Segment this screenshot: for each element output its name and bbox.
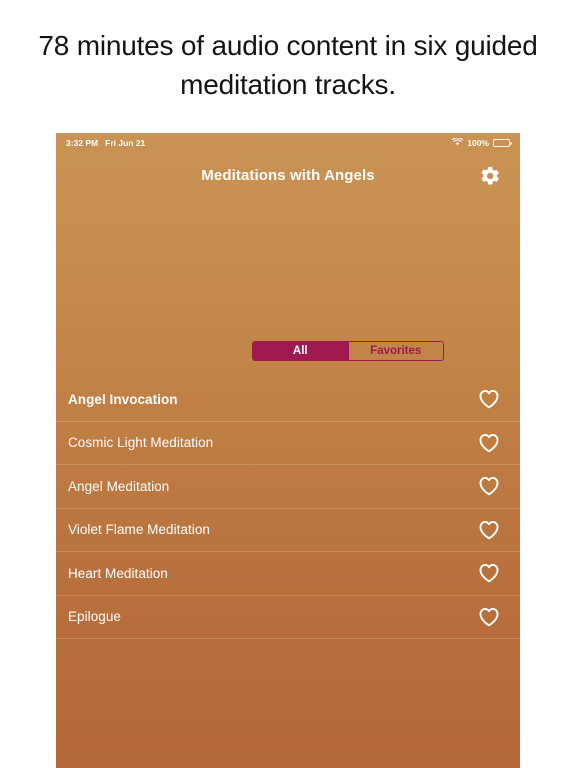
status-bar-left: 3:32 PM Fri Jun 21 xyxy=(66,138,145,148)
track-row[interactable]: Epilogue xyxy=(56,596,520,639)
battery-percent-label: 100% xyxy=(467,137,489,148)
status-bar-right: 100% xyxy=(452,136,512,148)
track-row[interactable]: Violet Flame Meditation xyxy=(56,509,520,552)
track-list: Angel Invocation Cosmic Light Meditation… xyxy=(56,378,520,639)
wifi-icon xyxy=(452,136,464,148)
track-row[interactable]: Cosmic Light Meditation xyxy=(56,422,520,465)
page-headline: 78 minutes of audio content in six guide… xyxy=(38,30,538,100)
track-row[interactable]: Heart Meditation xyxy=(56,552,520,596)
heart-outline-icon[interactable] xyxy=(476,561,502,585)
page-title: Meditations with Angels xyxy=(201,167,375,184)
status-time: 3:32 PM xyxy=(66,137,99,148)
segment-all[interactable]: All xyxy=(253,342,348,360)
track-title: Angel Meditation xyxy=(68,478,170,494)
track-row[interactable]: Angel Meditation xyxy=(56,465,520,509)
device-screen: 3:32 PM Fri Jun 21 100% Meditations with… xyxy=(56,133,520,768)
heart-outline-icon[interactable] xyxy=(476,387,502,411)
status-date: Fri Jun 21 xyxy=(105,137,146,148)
track-title: Angel Invocation xyxy=(68,391,178,407)
heart-outline-icon[interactable] xyxy=(476,518,502,542)
battery-icon xyxy=(493,138,512,147)
heart-outline-icon[interactable] xyxy=(476,431,502,455)
segment-favorites[interactable]: Favorites xyxy=(347,342,444,360)
heart-outline-icon[interactable] xyxy=(476,474,502,498)
track-title: Cosmic Light Meditation xyxy=(68,435,214,451)
track-title: Violet Flame Meditation xyxy=(68,522,210,538)
track-title: Heart Meditation xyxy=(68,565,168,581)
navigation-bar: Meditations with Angels xyxy=(56,152,520,199)
status-bar: 3:32 PM Fri Jun 21 100% xyxy=(56,133,520,152)
track-row[interactable]: Angel Invocation xyxy=(56,378,520,422)
gear-icon[interactable] xyxy=(477,163,503,189)
track-title: Epilogue xyxy=(68,609,121,625)
heart-outline-icon[interactable] xyxy=(476,605,502,629)
filter-segmented-control[interactable]: All Favorites xyxy=(252,341,444,361)
